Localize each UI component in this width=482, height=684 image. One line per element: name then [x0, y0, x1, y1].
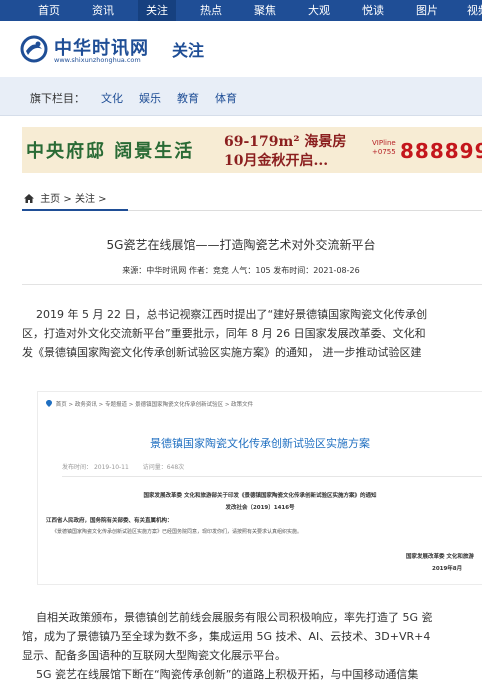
sub-nav: 旗下栏目： 文化 娱乐 教育 体育	[0, 77, 482, 116]
sub-nav-item-education[interactable]: 教育	[177, 90, 199, 106]
nav-item-hot[interactable]: 热点	[192, 0, 230, 21]
divider	[62, 476, 482, 477]
ad-vip-code: +0755	[372, 148, 396, 156]
article-meta: 来源：中华时讯网 作者：竞竞 人气：105 发布时间：2021-08-26	[122, 266, 360, 275]
ad-vip-top: VIPline	[372, 139, 396, 147]
article-paragraph-line: 显示、配备多国语种的互联网大型陶瓷文化展示平台。	[22, 649, 286, 662]
channel-name: 关注	[172, 41, 205, 60]
breadcrumb-current[interactable]: 关注	[75, 194, 95, 205]
sub-nav-item-sports[interactable]: 体育	[215, 90, 237, 106]
nav-item-images[interactable]: 图片	[408, 0, 446, 21]
location-pin-icon	[46, 400, 52, 407]
article-paragraph-line: 发《景德镇国家陶瓷文化传承创新试验区实施方案》的通知， 进一步推动试验区建	[22, 346, 422, 359]
nav-item-video[interactable]: 视频	[459, 0, 482, 21]
embedded-breadcrumb-text: 首页 > 政务资讯 > 专题报道 > 景德镇国家陶瓷文化传承创新试验区 > 政策…	[55, 402, 254, 408]
article-paragraph-line: 自相关政策颁布，景德镇创艺前线会展服务有限公司积极响应，率先打造了 5G 瓷	[36, 611, 433, 624]
embedded-breadcrumb: 首页 > 政务资讯 > 专题报道 > 景德镇国家陶瓷文化传承创新试验区 > 政策…	[46, 400, 253, 408]
breadcrumb: 主页 > 关注 >	[24, 190, 107, 205]
embedded-publish-date: 2019-10-11	[93, 464, 129, 471]
embedded-doc-number: 发改社会〔2019〕1416号	[225, 505, 295, 511]
embedded-document-image: 首页 > 政务资讯 > 专题报道 > 景德镇国家陶瓷文化传承创新试验区 > 政策…	[38, 392, 482, 584]
breadcrumb-sep: >	[63, 194, 72, 205]
nav-item-spotlight[interactable]: 聚焦	[246, 0, 284, 21]
divider	[22, 284, 482, 285]
logo-globe-icon	[20, 35, 48, 63]
breadcrumb-home[interactable]: 主页	[40, 194, 60, 205]
embedded-publish-label: 发布时间：	[62, 464, 93, 471]
ad-open-text: 10月金秋开启...	[224, 153, 329, 169]
embedded-title: 景德镇国家陶瓷文化传承创新试验区实施方案	[150, 437, 370, 450]
breadcrumb-tail: >	[98, 194, 107, 205]
breadcrumb-underline	[22, 209, 128, 211]
article-title: 5G瓷艺在线展馆——打造陶瓷艺术对外交流新平台	[106, 238, 376, 252]
embedded-recipients: 江西省人民政府，国务院有关部委、有关直属机构：	[46, 518, 173, 524]
ad-slogan: 中央府邸 阔景生活	[26, 141, 195, 162]
embedded-date: 2019年8月	[432, 566, 463, 572]
article-paragraph-line: 2019 年 5 月 22 日，总书记视察江西时提出了“建好景德镇国家陶瓷文化传…	[36, 308, 428, 321]
embedded-views: 访问量：648次	[142, 464, 185, 471]
home-icon	[24, 194, 34, 203]
embedded-info: 发布时间： 2019-10-11 访问量：648次	[62, 462, 184, 471]
sub-nav-item-entertainment[interactable]: 娱乐	[139, 90, 161, 106]
article-paragraph-line: 5G 瓷艺在线展馆下断在“陶瓷传承创新”的道路上积极开拓，与中国移动通信集	[36, 668, 419, 681]
nav-item-news[interactable]: 资讯	[84, 0, 122, 21]
nav-item-focus[interactable]: 关注	[138, 0, 176, 21]
ad-banner[interactable]: 中央府邸 阔景生活 69-179m² 海景房 10月金秋开启... VIPlin…	[22, 127, 482, 173]
nav-item-overview[interactable]: 大观	[300, 0, 338, 21]
ad-phone: 888899	[400, 139, 482, 163]
embedded-notice-title: 国家发展改革委 文化和旅游部关于印发《景德镇国家陶瓷文化传承创新试验区实施方案》…	[143, 493, 377, 499]
article-paragraph-line: 馆，成为了景德镇乃至全球为数不多，集成运用 5G 技术、AI、云技术、3D+VR…	[22, 630, 431, 643]
nav-item-reading[interactable]: 悦读	[354, 0, 392, 21]
embedded-signature: 国家发展改革委 文化和旅游	[406, 554, 474, 560]
embedded-body: 《景德镇国家陶瓷文化传承创新试验区实施方案》已经国务院同意，现印发你们，请按照有…	[52, 529, 303, 535]
nav-item-home[interactable]: 首页	[30, 0, 68, 21]
logo-url: www.shixunzhonghua.com	[54, 56, 141, 64]
article-paragraph-line: 区，打造对外文化交流新平台”重要批示，同年 8 月 26 日国家发展改革委、文化…	[22, 327, 426, 340]
sub-nav-item-culture[interactable]: 文化	[101, 90, 123, 106]
ad-size-text: 69-179m² 海景房	[224, 134, 347, 150]
ad-vip-label: VIPline +0755	[372, 139, 396, 157]
site-header: 中华时讯网 www.shixunzhonghua.com 关注	[0, 21, 482, 77]
top-nav: 首页 资讯 关注 热点 聚焦 大观 悦读 图片 视频	[0, 0, 482, 21]
sub-nav-label: 旗下栏目：	[30, 92, 85, 105]
